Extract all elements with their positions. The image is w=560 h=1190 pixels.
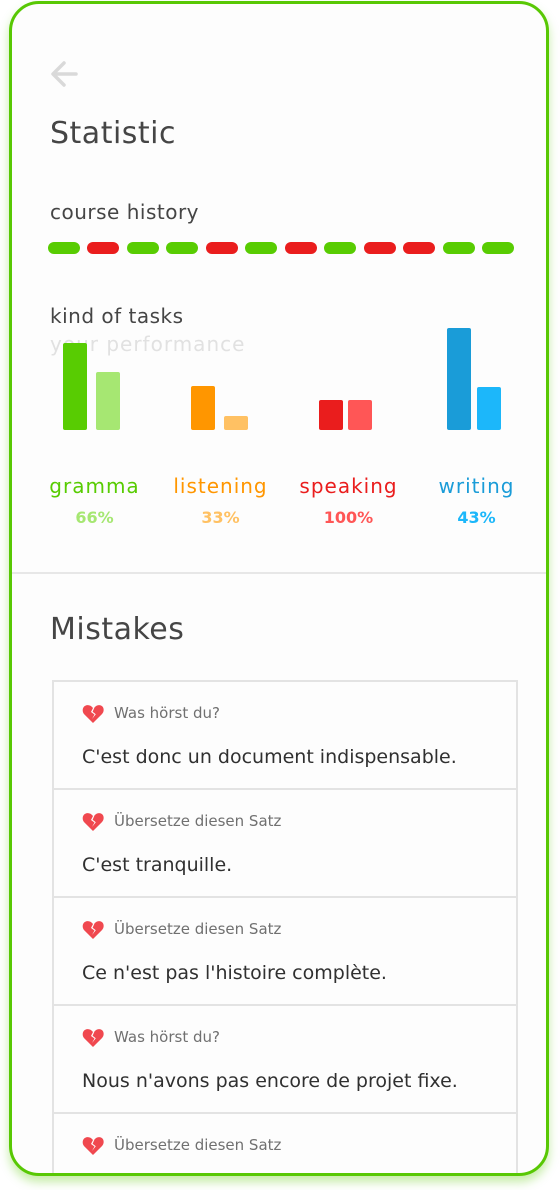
writing-bar-secondary	[477, 387, 501, 430]
phone-frame: Statistic course history kind of tasks y…	[9, 1, 549, 1176]
kind-of-tasks-label: kind of tasks	[50, 304, 184, 328]
broken-heart-icon	[82, 920, 104, 940]
task-gramma[interactable]: gramma 66%	[32, 343, 157, 544]
broken-heart-icon	[82, 1136, 104, 1156]
task-writing[interactable]: writing 43%	[414, 328, 539, 544]
task-percent-speaking: 100%	[323, 508, 374, 527]
course-history-label: course history	[50, 200, 200, 224]
history-pill-fail	[363, 242, 396, 254]
history-pill-ok	[481, 242, 514, 254]
task-listening[interactable]: listening 33%	[158, 354, 283, 544]
gramma-bar-primary	[63, 343, 87, 430]
listening-bar-primary	[191, 386, 215, 430]
broken-heart-icon	[82, 1028, 104, 1048]
task-name-writing: writing	[438, 474, 515, 498]
mistake-sentence: C'est donc un document indispensable.	[82, 746, 457, 768]
mistakes-title: Mistakes	[50, 612, 185, 647]
history-pill-fail	[87, 242, 120, 254]
mistake-prompt: Übersetze diesen Satz	[114, 1136, 282, 1154]
mistake-sentence: C'est tranquille.	[82, 854, 233, 876]
history-pill-ok	[48, 242, 80, 254]
mistake-prompt: Übersetze diesen Satz	[114, 812, 282, 830]
task-performance-chart: gramma 66% listening 33% speaking 100% w…	[32, 328, 532, 544]
writing-bar-primary	[447, 328, 471, 430]
mistake-item[interactable]: Übersetze diesen Satz C'est tranquille.	[54, 790, 516, 898]
mistake-item[interactable]: Was hörst du? Nous n'avons pas encore de…	[54, 1006, 516, 1114]
speaking-bar-secondary	[348, 400, 372, 430]
back-arrow-icon[interactable]	[46, 56, 82, 92]
history-pill-ok	[245, 242, 278, 254]
history-pill-ok	[324, 242, 357, 254]
section-divider	[12, 572, 546, 574]
task-name-speaking: speaking	[299, 474, 398, 498]
page-title: Statistic	[50, 116, 177, 151]
mistake-sentence: Ce n'est pas l'histoire complète.	[82, 962, 387, 984]
task-percent-listening: 33%	[201, 508, 240, 527]
mistake-prompt: Was hörst du?	[114, 704, 220, 722]
broken-heart-icon	[82, 704, 104, 724]
course-history-track	[48, 242, 514, 254]
listening-bar-secondary	[224, 416, 248, 430]
history-pill-ok	[442, 242, 475, 254]
task-name-listening: listening	[173, 474, 268, 498]
history-pill-ok	[126, 242, 159, 254]
history-pill-fail	[284, 242, 317, 254]
speaking-bar-primary	[319, 400, 343, 430]
mistake-item[interactable]: Übersetze diesen Satz Ce n'est pas l'his…	[54, 898, 516, 1006]
task-percent-writing: 43%	[457, 508, 496, 527]
mistake-sentence: Nous n'avons pas encore de projet fixe.	[82, 1070, 458, 1092]
mistakes-list: Was hörst du? C'est donc un document ind…	[52, 680, 518, 1173]
broken-heart-icon	[82, 812, 104, 832]
mistake-item[interactable]: Was hörst du? C'est donc un document ind…	[54, 682, 516, 790]
task-speaking[interactable]: speaking 100%	[286, 354, 411, 544]
task-name-gramma: gramma	[49, 474, 140, 498]
history-pill-fail	[205, 242, 238, 254]
gramma-bar-secondary	[96, 372, 120, 430]
history-pill-fail	[403, 242, 436, 254]
task-percent-gramma: 66%	[75, 508, 114, 527]
history-pill-ok	[166, 242, 199, 254]
mistake-prompt: Übersetze diesen Satz	[114, 920, 282, 938]
mistake-prompt: Was hörst du?	[114, 1028, 220, 1046]
mistake-item[interactable]: Übersetze diesen Satz	[54, 1114, 516, 1173]
